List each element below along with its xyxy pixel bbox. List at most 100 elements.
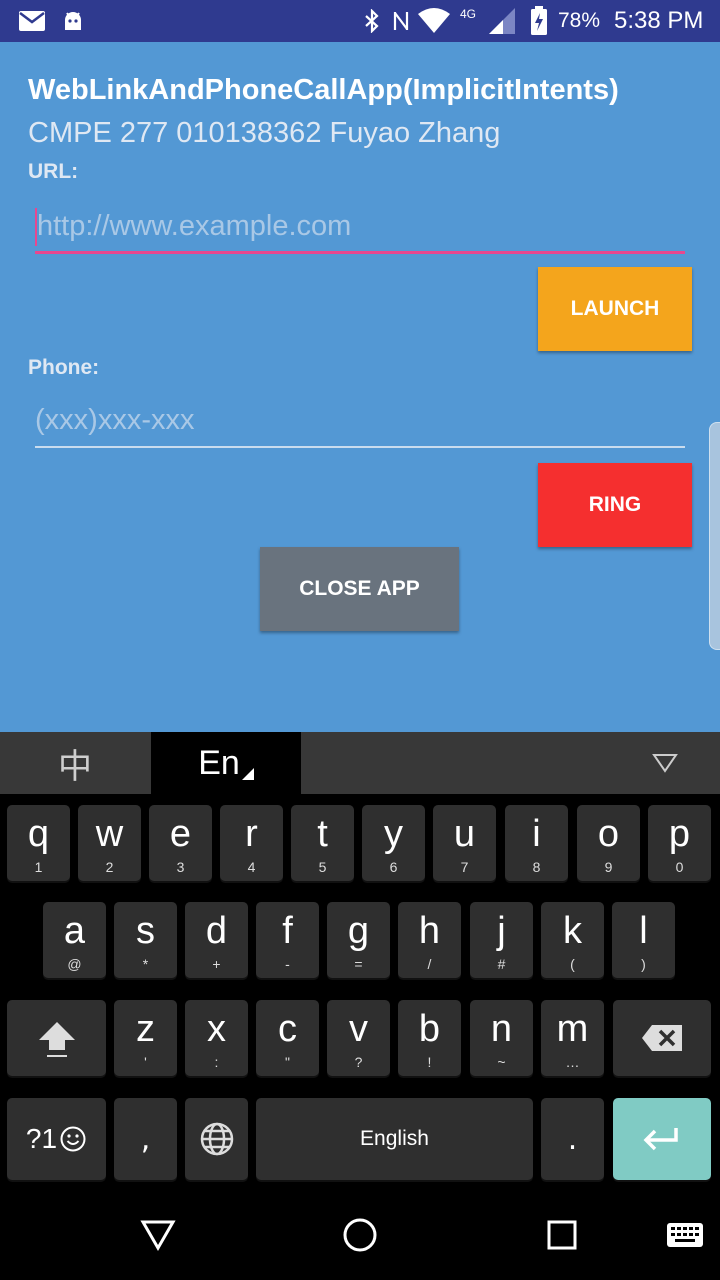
- period-key[interactable]: .: [541, 1098, 604, 1180]
- key-g[interactable]: g =: [327, 902, 390, 978]
- keyboard: q1 w2 e3 r4 t5 y6 u7 i8 o9 p0 a @ s * d + f…: [0, 794, 720, 1190]
- phone-input[interactable]: (xxx)xxx-xxx: [35, 398, 685, 448]
- bluetooth-icon: [360, 0, 384, 42]
- key-a[interactable]: a @: [43, 902, 106, 978]
- key-y[interactable]: y6: [362, 805, 425, 881]
- recents-icon: [547, 1220, 577, 1250]
- key-t[interactable]: t5: [291, 805, 354, 881]
- phone-placeholder: (xxx)xxx-xxx: [35, 404, 195, 436]
- backspace-key[interactable]: [613, 1000, 711, 1076]
- key-main-label: n: [490, 1008, 513, 1050]
- key-b[interactable]: b!: [398, 1000, 461, 1076]
- symbols-key[interactable]: ?1: [7, 1098, 106, 1180]
- key-main-label: j: [497, 910, 506, 952]
- url-input[interactable]: http://www.example.com: [35, 204, 685, 254]
- clock: 5:38 PM: [614, 7, 704, 34]
- key-main-label: p: [668, 813, 691, 855]
- ring-button[interactable]: RING: [538, 463, 692, 547]
- key-main-label: x: [207, 1008, 226, 1050]
- mode-tab-english-label: En: [198, 743, 240, 782]
- keyboard-switch-button[interactable]: [650, 1190, 720, 1280]
- key-m[interactable]: m…: [541, 1000, 604, 1076]
- key-main-label: m: [556, 1008, 589, 1050]
- network-type-label: 4G: [460, 7, 477, 21]
- edge-panel-handle[interactable]: [709, 422, 720, 650]
- enter-key[interactable]: [613, 1098, 711, 1180]
- smiley-icon: [60, 1126, 86, 1152]
- recents-button[interactable]: [522, 1190, 602, 1280]
- url-underline: [35, 251, 685, 254]
- key-f[interactable]: f-: [256, 902, 319, 978]
- key-sub-label: =: [354, 956, 363, 972]
- key-l[interactable]: l): [612, 902, 675, 978]
- key-z[interactable]: z ': [114, 1000, 177, 1076]
- key-sub-label: 0: [675, 859, 684, 875]
- key-d[interactable]: d +: [185, 902, 248, 978]
- key-sub-label: ": [285, 1054, 290, 1070]
- space-key[interactable]: English: [256, 1098, 533, 1180]
- key-n[interactable]: n ~: [470, 1000, 533, 1076]
- key-u[interactable]: u7: [433, 805, 496, 881]
- back-button[interactable]: [118, 1190, 198, 1280]
- key-c[interactable]: c ": [256, 1000, 319, 1076]
- key-main-label: r: [245, 813, 258, 855]
- status-bar: 4G 78% 5:38 PM: [0, 0, 720, 42]
- keyboard-switch-icon: [667, 1223, 703, 1247]
- battery-percent: 78%: [558, 9, 601, 32]
- key-p[interactable]: p0: [648, 805, 711, 881]
- shift-key[interactable]: [7, 1000, 106, 1076]
- comma-key-label: ,: [140, 1121, 151, 1157]
- key-sub-label: ': [144, 1054, 147, 1070]
- key-x[interactable]: x:: [185, 1000, 248, 1076]
- key-s[interactable]: s *: [114, 902, 177, 978]
- language-key[interactable]: [185, 1098, 248, 1180]
- keyboard-mode-bar: 中 En: [0, 732, 720, 794]
- key-main-label: a: [63, 910, 86, 952]
- url-label: URL:: [28, 160, 79, 183]
- key-sub-label: 9: [604, 859, 613, 875]
- key-sub-label: :: [214, 1054, 219, 1070]
- key-main-label: e: [169, 813, 192, 855]
- key-w[interactable]: w2: [78, 805, 141, 881]
- close-app-button[interactable]: CLOSE APP: [260, 547, 459, 631]
- app-title: WebLinkAndPhoneCallApp(ImplicitIntents): [28, 74, 619, 106]
- key-i[interactable]: i8: [505, 805, 568, 881]
- globe-icon: [185, 1098, 248, 1180]
- key-sub-label: 2: [105, 859, 114, 875]
- android-debug-icon: [60, 0, 86, 42]
- key-main-label: l: [639, 910, 648, 952]
- launch-button[interactable]: LAUNCH: [538, 267, 692, 351]
- key-sub-label: 5: [318, 859, 327, 875]
- key-h[interactable]: h /: [398, 902, 461, 978]
- comma-key[interactable]: ,: [114, 1098, 177, 1180]
- key-r[interactable]: r4: [220, 805, 283, 881]
- mode-tab-english[interactable]: En: [151, 732, 301, 794]
- key-sub-label: ): [641, 956, 646, 972]
- key-k[interactable]: k(: [541, 902, 604, 978]
- key-q[interactable]: q1: [7, 805, 70, 881]
- home-button[interactable]: [320, 1190, 400, 1280]
- battery-charging-icon: [528, 0, 550, 42]
- key-sub-label: (: [570, 956, 575, 972]
- backspace-icon: [613, 1000, 711, 1076]
- triangle-down-icon: [652, 754, 678, 773]
- key-sub-label: 3: [176, 859, 185, 875]
- key-sub-label: @: [67, 956, 82, 972]
- keyboard-collapse-button[interactable]: [620, 732, 710, 794]
- key-o[interactable]: o9: [577, 805, 640, 881]
- key-main-label: g: [347, 910, 370, 952]
- key-j[interactable]: j #: [470, 902, 533, 978]
- key-main-label: d: [205, 910, 228, 952]
- key-main-label: q: [27, 813, 50, 855]
- home-icon: [343, 1218, 377, 1252]
- key-v[interactable]: v?: [327, 1000, 390, 1076]
- key-sub-label: 4: [247, 859, 256, 875]
- key-e[interactable]: e3: [149, 805, 212, 881]
- navigation-bar: [0, 1190, 720, 1280]
- mail-icon: [18, 0, 46, 42]
- mode-tab-chinese[interactable]: 中: [0, 732, 150, 794]
- key-main-label: w: [95, 813, 124, 855]
- key-sub-label: 8: [532, 859, 541, 875]
- key-main-label: y: [384, 813, 403, 855]
- key-sub-label: 7: [460, 859, 469, 875]
